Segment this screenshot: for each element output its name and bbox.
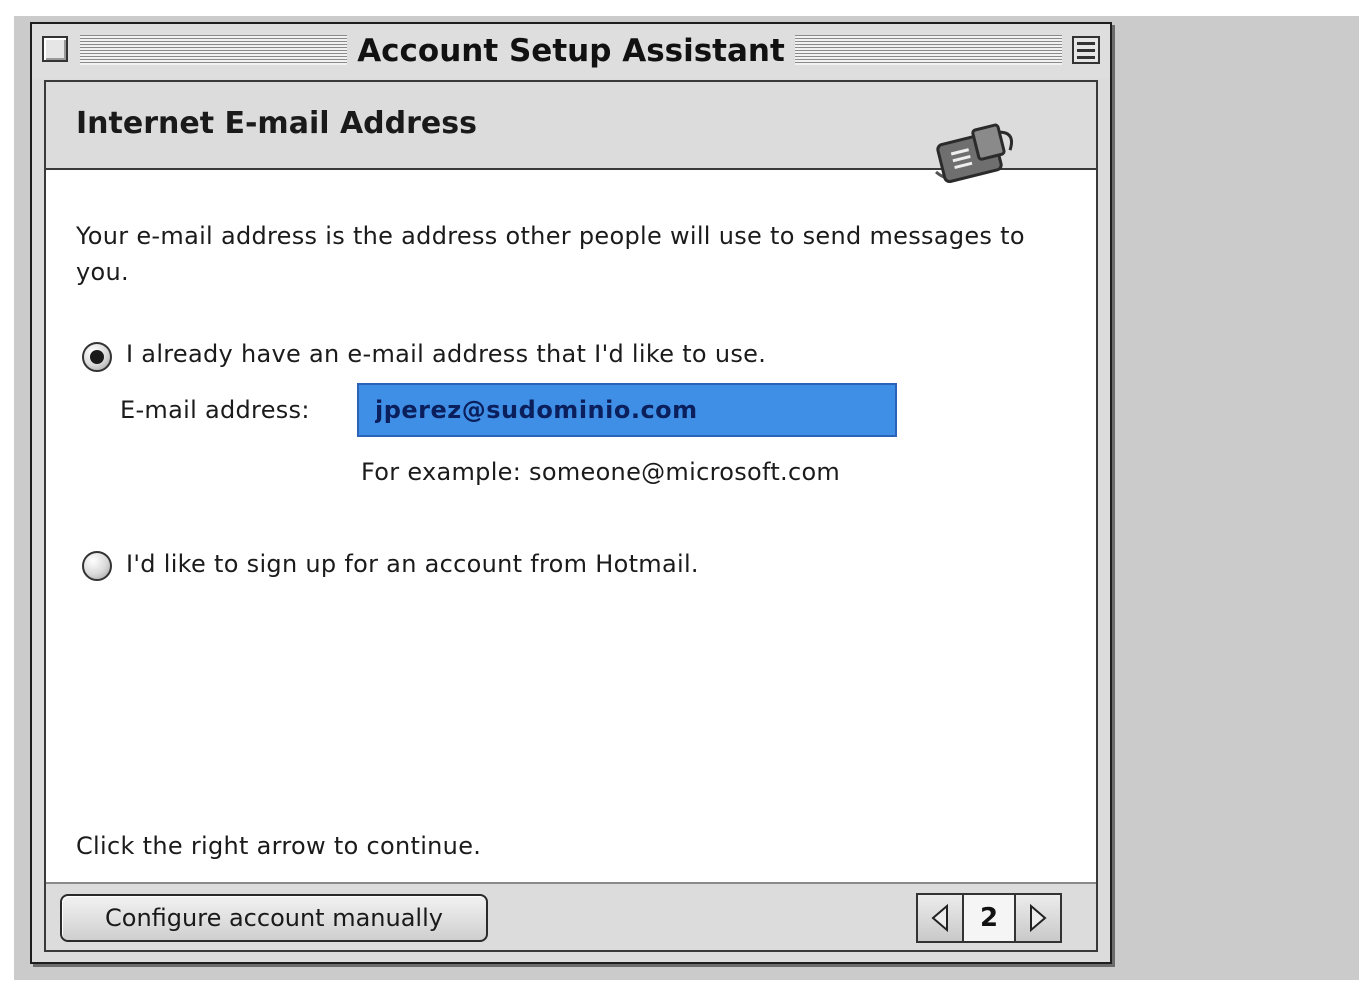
hotmail-signup-radio[interactable] [82,551,112,581]
configure-manually-button[interactable]: Configure account manually [60,894,488,942]
title-bar-stripes [80,35,1062,65]
email-address-input[interactable] [359,385,895,435]
title-bar[interactable]: Account Setup Assistant [32,24,1110,78]
footer-bar: Configure account manually 2 [46,884,1096,950]
next-arrow-button[interactable] [1014,893,1062,943]
panel-header: Internet E-mail Address [46,82,1096,184]
email-address-field[interactable] [357,383,897,437]
page-title: Internet E-mail Address [76,106,477,141]
collapse-box-icon[interactable] [1072,36,1100,64]
account-setup-window: Account Setup Assistant Internet E-mail … [30,22,1112,964]
page-navigator: 2 [916,893,1062,943]
example-hint: For example: someone@microsoft.com [361,458,841,486]
mail-icon [935,123,1014,184]
hotmail-signup-label[interactable]: I'd like to sign up for an account from … [126,550,699,578]
page-number: 2 [964,893,1014,943]
left-arrow-icon [931,903,948,933]
previous-arrow-button[interactable] [916,893,964,943]
intro-text: Your e-mail address is the address other… [76,222,1025,286]
right-arrow-icon [1030,903,1047,933]
existing-address-label[interactable]: I already have an e-mail address that I'… [126,340,766,368]
close-box-icon[interactable] [42,36,68,62]
existing-address-radio[interactable] [82,342,112,372]
email-address-label: E-mail address: [120,396,310,424]
assistant-panel: Internet E-mail Address Your e-mail addr… [44,80,1098,952]
continue-hint: Click the right arrow to continue. [76,832,482,860]
